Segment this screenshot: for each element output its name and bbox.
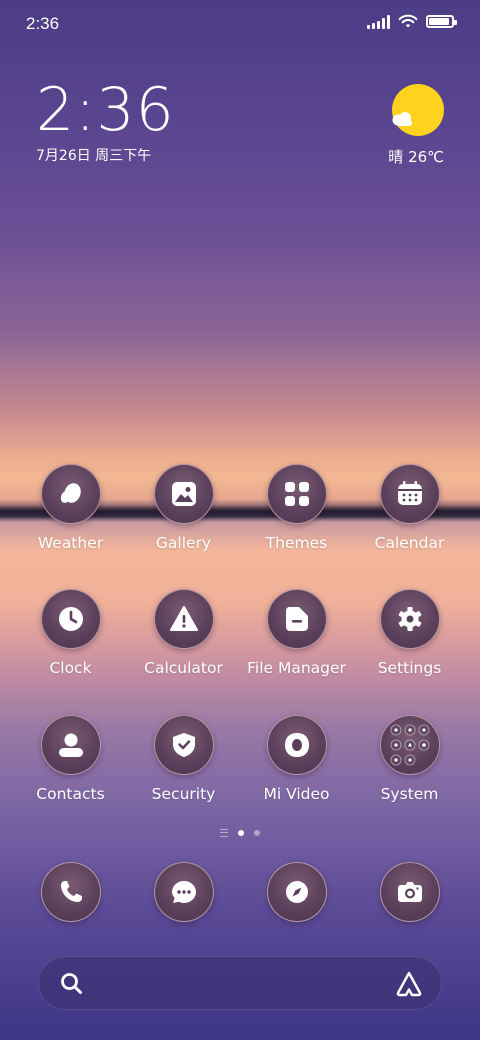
dock-browser[interactable] — [240, 862, 353, 922]
app-themes[interactable]: Themes — [240, 464, 353, 552]
page-indicator[interactable] — [0, 829, 480, 837]
phone-icon — [40, 862, 101, 922]
folder-icon — [266, 589, 327, 649]
app-label: Security — [151, 785, 216, 803]
image-icon — [153, 464, 214, 524]
shield-check-icon — [153, 715, 214, 775]
battery-icon — [426, 15, 457, 28]
message-icon — [153, 862, 214, 922]
battery-level — [429, 18, 449, 25]
app-drawer-indicator-icon — [220, 829, 228, 837]
dock-phone[interactable] — [14, 862, 127, 922]
app-label: File Manager — [247, 659, 346, 677]
wifi-icon — [398, 14, 418, 28]
clock-icon — [40, 589, 101, 649]
dock-camera[interactable] — [353, 862, 466, 922]
app-label: Settings — [377, 659, 442, 677]
signal-icon — [367, 14, 390, 29]
app-security[interactable]: Security — [127, 715, 240, 803]
page-dot-2 — [254, 830, 260, 836]
app-calculator[interactable]: Calculator — [127, 589, 240, 677]
dock-messages[interactable] — [127, 862, 240, 922]
app-label: Mi Video — [263, 785, 330, 803]
widget-date: 7月26日 周三下午 — [36, 148, 152, 164]
calendar-icon — [379, 464, 440, 524]
app-label: System — [380, 785, 439, 803]
weather-drop-icon — [40, 464, 101, 524]
app-file-manager[interactable]: File Manager — [240, 589, 353, 677]
widget-time: 2:36 — [36, 75, 175, 145]
status-time: 2:36 — [26, 14, 60, 33]
video-icon — [266, 715, 327, 775]
app-calendar[interactable]: Calendar — [353, 464, 466, 552]
app-weather[interactable]: Weather — [14, 464, 127, 552]
person-icon — [40, 715, 101, 775]
search-icon — [61, 973, 82, 994]
app-label: Gallery — [155, 534, 212, 552]
gear-icon — [379, 589, 440, 649]
app-gallery[interactable]: Gallery — [127, 464, 240, 552]
camera-icon — [379, 862, 440, 922]
cloud-icon — [392, 112, 412, 126]
app-label: Calendar — [374, 534, 445, 552]
status-bar: 2:36 — [0, 0, 480, 50]
folder-grid-icon — [379, 715, 440, 775]
app-clock[interactable]: Clock — [14, 589, 127, 677]
app-label: Calculator — [144, 659, 223, 677]
app-label: Contacts — [36, 785, 105, 803]
app-contacts[interactable]: Contacts — [14, 715, 127, 803]
weather-text: 晴 26℃ — [388, 148, 444, 166]
app-system-folder[interactable]: System — [353, 715, 466, 803]
assistant-icon[interactable] — [395, 970, 423, 998]
app-mi-video[interactable]: Mi Video — [240, 715, 353, 803]
grid-icon — [266, 464, 327, 524]
app-label: Clock — [49, 659, 92, 677]
clock-widget[interactable]: 2:36 7月26日 周三下午 — [36, 78, 175, 165]
status-icons — [367, 14, 457, 29]
app-settings[interactable]: Settings — [353, 589, 466, 677]
sunny-cloud-icon — [392, 84, 444, 136]
compass-icon — [266, 862, 327, 922]
search-bar[interactable] — [38, 956, 442, 1010]
warning-triangle-icon — [153, 589, 214, 649]
app-label: Themes — [265, 534, 328, 552]
weather-widget[interactable]: 晴 26℃ — [374, 84, 444, 174]
app-label: Weather — [37, 534, 104, 552]
page-dot-1 — [238, 830, 244, 836]
